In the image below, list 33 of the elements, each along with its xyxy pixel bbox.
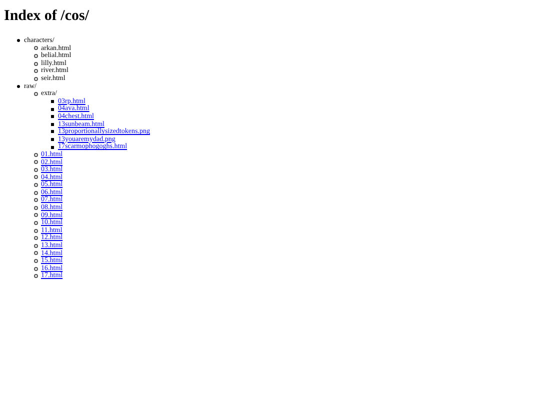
bullet-icon xyxy=(34,160,38,164)
bullet-icon xyxy=(34,228,38,233)
bullet-icon xyxy=(34,62,38,66)
bullet-icon xyxy=(51,138,54,142)
bullet-icon xyxy=(34,198,38,202)
bullet-icon xyxy=(17,39,20,42)
bullet-icon xyxy=(34,266,38,271)
bullet-icon xyxy=(34,168,38,172)
bullet-icon xyxy=(34,152,38,157)
bullet-icon xyxy=(34,259,38,264)
bullet-icon xyxy=(51,115,54,118)
bullet-icon xyxy=(34,54,38,58)
bullet-icon xyxy=(34,46,38,50)
bullet-icon xyxy=(34,213,38,218)
bullet-icon xyxy=(34,175,38,180)
bullet-icon xyxy=(34,183,38,188)
bullet-icon xyxy=(34,251,38,256)
bullet-icon xyxy=(34,190,38,195)
bullet-icon xyxy=(51,146,54,149)
page-title: Index of /cos/ xyxy=(4,8,90,24)
bullet-icon xyxy=(34,221,38,226)
bullet-icon xyxy=(34,274,38,278)
bullet-icon xyxy=(17,84,20,88)
bullet-icon xyxy=(51,100,54,104)
bullet-icon xyxy=(34,76,38,81)
bullet-icon xyxy=(34,206,38,210)
bullet-icon xyxy=(34,69,38,74)
bullet-icon xyxy=(51,108,54,111)
bullet-icon xyxy=(34,236,38,240)
bullet-icon xyxy=(51,122,54,126)
bullet-icon xyxy=(34,92,38,96)
bullet-icon xyxy=(51,130,54,134)
bullet-icon xyxy=(34,244,38,248)
